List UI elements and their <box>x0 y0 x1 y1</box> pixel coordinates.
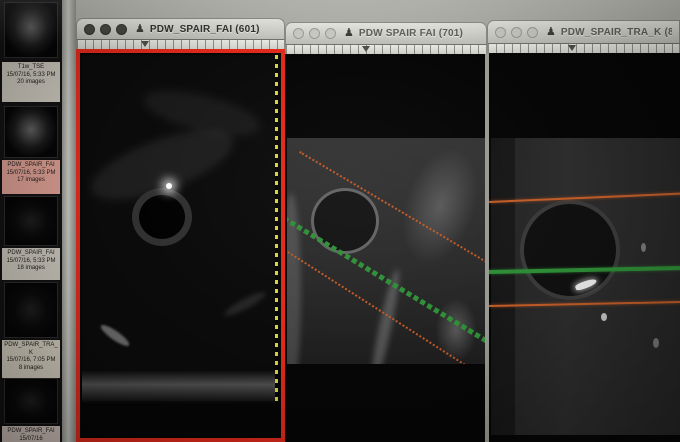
series-item[interactable]: PDW_SPAIR_TRA_ K 15/07/16, 7:05 PM 8 ima… <box>0 282 62 378</box>
viewport-frame <box>285 54 487 442</box>
series-label: PDW_SPAIR_FAI 15/07/16 <box>2 426 60 442</box>
zoom-button-icon[interactable] <box>116 24 127 35</box>
series-thumbnail <box>4 106 58 158</box>
series-name: PDW_SPAIR_TRA_ <box>3 342 59 350</box>
window-title: PDW SPAIR FAI (701) <box>359 28 463 39</box>
viewport-frame <box>487 53 680 442</box>
series-sidebar: T1w_TSE 15/07/16, 5:33 PM 20 images PDW_… <box>0 0 62 442</box>
series-thumbnail <box>4 196 58 246</box>
mri-bright-streak <box>98 322 131 349</box>
viewer-window-1: ♟ PDW_SPAIR_FAI (601) <box>76 18 285 442</box>
series-label-selected: PDW_SPAIR_FAI 15/07/16, 5:33 PM 17 image… <box>2 160 60 194</box>
series-image-count: 18 images <box>3 265 59 273</box>
mri-viewport-sagittal-2[interactable] <box>287 138 485 364</box>
series-window-icon: ♟ <box>135 24 145 35</box>
series-datetime: 15/07/16 <box>3 436 59 442</box>
slice-slider[interactable] <box>487 44 680 53</box>
mri-dark-band <box>491 138 515 435</box>
close-button-icon[interactable] <box>84 24 95 35</box>
slice-slider-notch <box>141 41 149 47</box>
zoom-button-icon[interactable] <box>325 28 336 39</box>
series-name: T1w_TSE <box>3 64 59 72</box>
thumbnail-image <box>5 197 57 245</box>
series-window-icon: ♟ <box>344 28 354 39</box>
series-name: PDW_SPAIR_FAI <box>3 162 59 170</box>
minimize-button-icon[interactable] <box>309 28 320 39</box>
series-thumbnail <box>4 282 58 338</box>
viewer-window-3: ♟ PDW_SPAIR_TRA_K (8… <box>487 20 680 442</box>
slice-slider[interactable] <box>76 40 285 49</box>
close-button-icon[interactable] <box>495 27 506 38</box>
series-image-count: 20 images <box>3 79 59 87</box>
screen: T1w_TSE 15/07/16, 5:33 PM 20 images PDW_… <box>0 0 680 442</box>
series-label: PDW_SPAIR_FAI 15/07/16, 5:33 PM 18 image… <box>2 248 60 280</box>
minimize-button-icon[interactable] <box>100 24 111 35</box>
mri-bright-band <box>82 371 275 401</box>
window-title: PDW_SPAIR_FAI (601) <box>150 24 260 35</box>
series-datetime: 15/07/16, 5:33 PM <box>3 170 59 178</box>
thumbnail-image <box>5 283 57 337</box>
viewport-frame-selected <box>76 49 285 442</box>
slice-position-indicator <box>275 55 278 405</box>
series-datetime: 15/07/16, 5:33 PM <box>3 72 59 80</box>
series-window-icon: ♟ <box>546 27 556 38</box>
series-item[interactable]: PDW_SPAIR_FAI 15/07/16 <box>0 378 62 442</box>
bright-fleck <box>601 313 607 321</box>
series-label: PDW_SPAIR_TRA_ K 15/07/16, 7:05 PM 8 ima… <box>2 340 60 378</box>
slice-slider[interactable] <box>285 45 487 54</box>
window-title: PDW_SPAIR_TRA_K (8… <box>561 27 672 38</box>
femoral-head-outline <box>132 188 192 246</box>
series-image-count: 8 images <box>3 365 59 373</box>
series-item[interactable]: T1w_TSE 15/07/16, 5:33 PM 20 images <box>0 2 62 104</box>
window-titlebar[interactable]: ♟ PDW SPAIR FAI (701) <box>285 22 487 45</box>
series-name-wrap: K <box>3 350 59 358</box>
bright-lesion-marker <box>166 183 172 189</box>
close-button-icon[interactable] <box>293 28 304 39</box>
bright-fleck <box>641 243 646 252</box>
zoom-button-icon[interactable] <box>527 27 538 38</box>
series-item[interactable]: PDW_SPAIR_FAI 15/07/16, 5:33 PM 17 image… <box>0 106 62 196</box>
thumbnail-image <box>5 3 57 57</box>
mri-viewport-sagittal[interactable] <box>82 55 275 403</box>
series-datetime: 15/07/16, 5:33 PM <box>3 258 59 266</box>
minimize-button-icon[interactable] <box>511 27 522 38</box>
window-titlebar[interactable]: ♟ PDW_SPAIR_FAI (601) <box>76 18 285 40</box>
series-thumbnail <box>4 378 58 424</box>
viewer-window-2: ♟ PDW SPAIR FAI (701) <box>285 22 487 442</box>
slice-slider-notch <box>568 45 576 51</box>
sidebar-divider <box>62 0 76 442</box>
series-datetime: 15/07/16, 7:05 PM <box>3 357 59 365</box>
series-item[interactable]: PDW_SPAIR_FAI 15/07/16, 5:33 PM 18 image… <box>0 196 62 282</box>
thumbnail-image <box>5 107 57 157</box>
femoral-head-outline <box>520 200 620 300</box>
bright-fleck <box>653 338 659 348</box>
series-label: T1w_TSE 15/07/16, 5:33 PM 20 images <box>2 62 60 102</box>
window-titlebar[interactable]: ♟ PDW_SPAIR_TRA_K (8… <box>487 20 680 44</box>
series-name: PDW_SPAIR_FAI <box>3 428 59 436</box>
slice-slider-notch <box>362 46 370 52</box>
thumbnail-image <box>5 379 57 423</box>
series-name: PDW_SPAIR_FAI <box>3 250 59 258</box>
series-image-count: 17 images <box>3 177 59 185</box>
mri-viewport-axial[interactable] <box>491 138 680 435</box>
mri-tissue-streak <box>222 289 267 319</box>
series-thumbnail <box>4 2 58 58</box>
